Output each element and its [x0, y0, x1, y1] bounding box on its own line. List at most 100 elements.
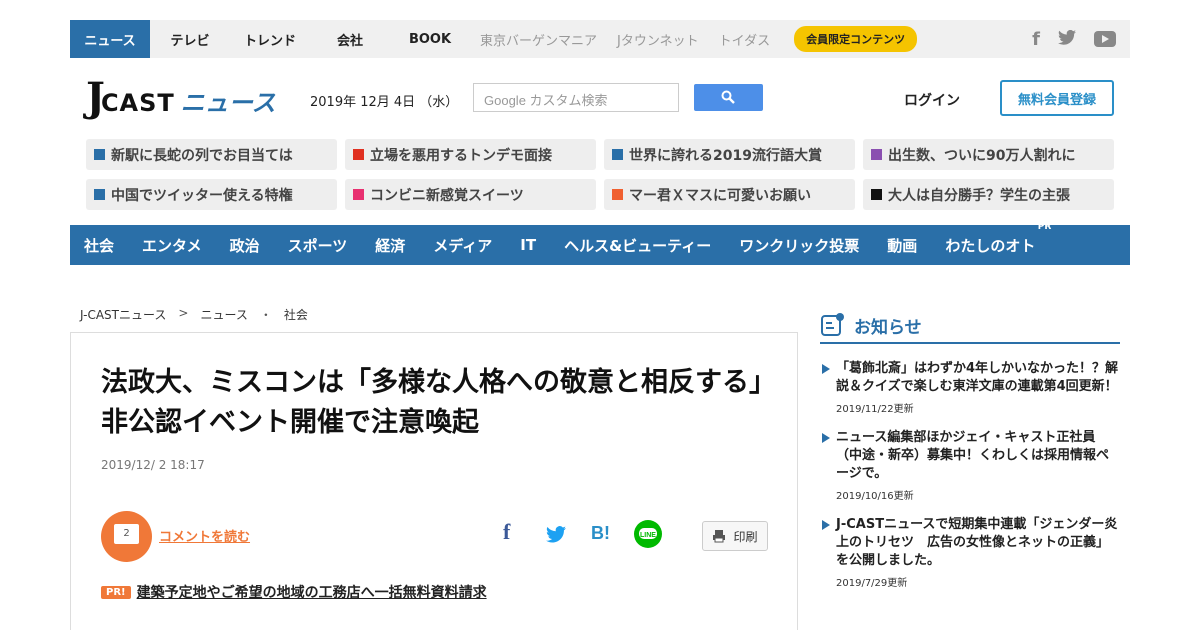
category-label: 政治 — [229, 236, 260, 255]
category-item[interactable]: 政治 — [230, 235, 260, 256]
logo-news: ニュース — [180, 89, 276, 117]
category-label: メディア — [433, 236, 493, 255]
print-button[interactable]: 印刷 — [702, 521, 768, 551]
print-label: 印刷 — [733, 529, 758, 544]
notice-item[interactable]: 「葛飾北斎」はわずか4年しかいなかった！？解説＆クイズで楽しむ東洋文庫の連載第4… — [820, 360, 1120, 415]
trending-item[interactable]: 立場を悪用するトンデモ面接 — [345, 139, 596, 170]
trending-label: 大人は自分勝手？学生の主張 — [888, 187, 1070, 204]
category-item[interactable]: ヘルス&ビューティー — [564, 235, 711, 256]
tab-news[interactable]: ニュース — [70, 20, 150, 58]
site-logo[interactable]: J CAST ニュース — [86, 78, 276, 118]
tab-company[interactable]: 会社 — [310, 20, 390, 58]
article-card: 法政大、ミスコンは「多様な人格への敬意と相反する」 非公認イベント開催で注意喚起… — [70, 332, 798, 630]
page: ニュース テレビ トレンド 会社 BOOK 東京バーゲンマニア Jタウンネット … — [0, 0, 1200, 630]
breadcrumb-home[interactable]: J-CASTニュース — [80, 306, 166, 323]
notice-text[interactable]: J-CASTニュースで短期集中連載「ジェンダー炎上のトリセツ 広告の女性像とネッ… — [836, 516, 1120, 570]
member-content-button[interactable]: 会員限定コンテンツ — [794, 26, 918, 52]
svg-text:LINE: LINE — [640, 532, 656, 539]
trending-marker — [612, 149, 623, 160]
category-label: 動画 — [887, 236, 918, 255]
trending-marker — [94, 149, 105, 160]
trending-item[interactable]: コンビニ新感覚スイーツ — [345, 179, 596, 210]
notice-item[interactable]: ニュース編集部ほかジェイ・キャスト正社員（中途・新卒）募集中！くわしくは採用情報… — [820, 429, 1120, 502]
triangle-right-icon — [822, 520, 830, 530]
pr-link[interactable]: PR! 建築予定地やご希望の地域の工務店へ一括無料資料請求 — [101, 582, 487, 602]
hatena-bookmark-icon[interactable]: B! — [591, 523, 610, 544]
publish-date: 2019/12/ 2 18:17 — [101, 458, 205, 472]
trending-marker — [612, 189, 623, 200]
trending-label: 中国でツイッター使える特権 — [111, 187, 293, 204]
register-button[interactable]: 無料会員登録 — [1000, 80, 1114, 116]
breadcrumb-society[interactable]: 社会 — [284, 306, 308, 323]
category-item[interactable]: メディア — [433, 235, 492, 256]
facebook-icon[interactable]: f — [1032, 29, 1040, 50]
login-link[interactable]: ログイン — [904, 90, 960, 110]
category-item[interactable]: エンタメ — [142, 235, 202, 256]
twitter-share-icon[interactable] — [546, 526, 566, 547]
breadcrumb-separator: ・ — [259, 308, 272, 322]
notice-icon — [821, 313, 844, 336]
line-share-icon[interactable]: LINE — [633, 519, 663, 553]
notice-list: 「葛飾北斎」はわずか4年しかいなかった！？解説＆クイズで楽しむ東洋文庫の連載第4… — [820, 360, 1120, 603]
trending-marker — [871, 189, 882, 200]
category-label: IT — [520, 236, 537, 254]
category-label: わたしのオト — [945, 236, 1036, 255]
tab-trend[interactable]: トレンド — [230, 20, 310, 58]
triangle-right-icon — [822, 433, 830, 443]
trending-item[interactable]: 中国でツイッター使える特権 — [86, 179, 337, 210]
trending-item[interactable]: 大人は自分勝手？学生の主張 — [863, 179, 1114, 210]
category-label: 社会 — [84, 236, 115, 255]
notice-updated: 2019/7/29更新 — [836, 578, 908, 589]
category-item[interactable]: スポーツ — [288, 235, 348, 256]
notice-updated: 2019/10/16更新 — [836, 491, 914, 502]
trending-marker — [871, 149, 882, 160]
category-item[interactable]: ワンクリック投票 — [739, 235, 859, 256]
tab-book[interactable]: BOOK — [390, 20, 470, 58]
social-links: f — [1032, 20, 1116, 58]
category-label: スポーツ — [287, 236, 348, 255]
read-comments-link[interactable]: コメントを読む — [159, 526, 250, 545]
comment-count: 2 — [114, 524, 139, 544]
trending-item[interactable]: 出生数、ついに90万人割れに — [863, 139, 1114, 170]
category-item[interactable]: 動画 — [887, 235, 917, 256]
category-nav: 社会 エンタメ 政治 スポーツ 経済 メディア IT ヘルス&ビューティー ワンクリック投票 動画… — [70, 222, 1130, 265]
pr-link-text[interactable]: 建築予定地やご希望の地域の工務店へ一括無料資料請求 — [137, 582, 487, 602]
notice-text[interactable]: 「葛飾北斎」はわずか4年しかいなかった！？解説＆クイズで楽しむ東洋文庫の連載第4… — [836, 360, 1120, 396]
triangle-right-icon — [822, 364, 830, 374]
notice-text[interactable]: ニュース編集部ほかジェイ・キャスト正社員（中途・新卒）募集中！くわしくは採用情報… — [836, 429, 1120, 483]
comment-button[interactable]: 2 — [101, 511, 152, 562]
twitter-icon[interactable] — [1058, 29, 1076, 50]
trending-label: コンビニ新感覚スイーツ — [370, 187, 524, 204]
link-j-town-net[interactable]: Jタウンネット — [607, 20, 709, 58]
trending-label: マー君Ｘマスに可愛いお願い — [629, 187, 811, 204]
trending-item[interactable]: 世界に誇れる2019流行語大賞 — [604, 139, 855, 170]
trending-topics: 新駅に長蛇の列でお目当ては 立場を悪用するトンデモ面接 世界に誇れる2019流行語大… — [86, 139, 1114, 210]
facebook-share-icon[interactable]: f — [503, 519, 510, 545]
logo-cast: CAST — [100, 89, 175, 117]
category-item[interactable]: 経済 — [375, 235, 405, 256]
notice-title: お知らせ — [854, 317, 922, 338]
trending-label: 出生数、ついに90万人割れに — [888, 147, 1076, 164]
trending-marker — [353, 189, 364, 200]
current-date: 2019年 12月 4日 （水） — [310, 95, 459, 110]
link-bargain-mania[interactable]: 東京バーゲンマニア — [470, 20, 607, 58]
notice-updated: 2019/11/22更新 — [836, 404, 914, 415]
category-item[interactable]: IT — [520, 236, 536, 254]
link-toidas[interactable]: トイダス — [709, 20, 780, 58]
pr-badge: PR! — [101, 585, 131, 599]
trending-item[interactable]: マー君Ｘマスに可愛いお願い — [604, 179, 855, 210]
search-button[interactable] — [694, 84, 763, 111]
breadcrumb-news[interactable]: ニュース — [200, 306, 247, 323]
search-input[interactable]: Google カスタム検索 — [473, 83, 679, 112]
category-label: ワンクリック投票 — [739, 236, 860, 255]
tab-tv[interactable]: テレビ — [150, 20, 230, 58]
trending-item[interactable]: 新駅に長蛇の列でお目当ては — [86, 139, 337, 170]
trending-label: 世界に誇れる2019流行語大賞 — [629, 147, 822, 164]
notice-item[interactable]: J-CASTニュースで短期集中連載「ジェンダー炎上のトリセツ 広告の女性像とネッ… — [820, 516, 1120, 589]
pr-marker: PR — [1037, 221, 1052, 232]
category-label: 経済 — [375, 236, 406, 255]
category-label: エンタメ — [142, 236, 202, 255]
category-item[interactable]: わたしのオト PR — [945, 222, 1051, 256]
category-item[interactable]: 社会 — [84, 235, 114, 256]
youtube-icon[interactable] — [1094, 31, 1116, 47]
